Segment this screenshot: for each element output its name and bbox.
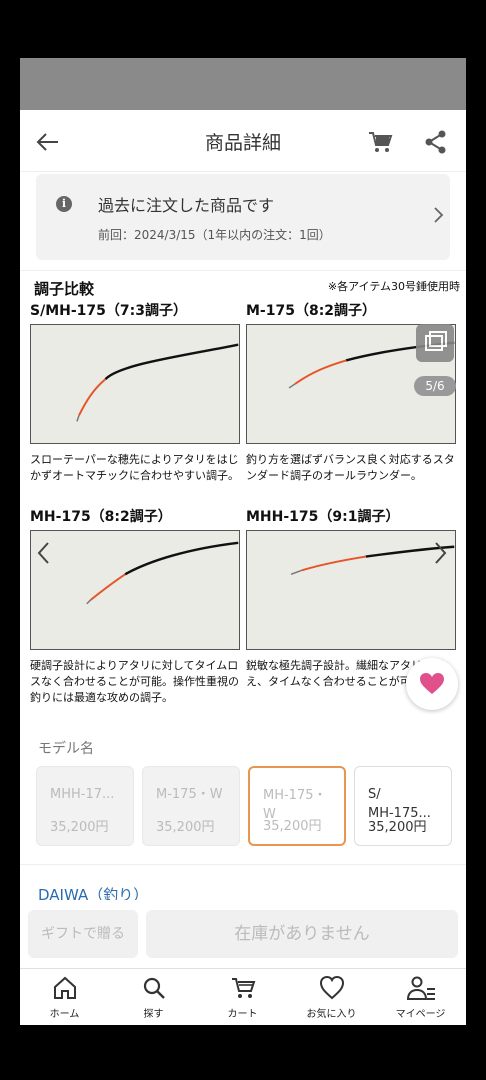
divider [20,270,466,271]
rod-description: 釣り方を選ばずバランス良く対応するスタンダード調子のオールラウンダー。 [246,453,455,482]
tab-search[interactable]: 探す [109,975,198,1025]
rod-bend-image [30,530,240,650]
profile-icon [406,976,435,1000]
model-section-label: モデル名 [38,741,94,757]
model-price: 35,200円 [156,820,215,835]
rod-label: M-175（8:2調子） [246,303,377,319]
phone-screen: 商品詳細 i 過去に注文した商品です 前回：2024/3/15（1年以内の注文：… [20,58,466,1025]
chevron-left-icon[interactable] [34,538,54,568]
gift-button[interactable]: ギフトで贈る [28,910,138,958]
tab-label: ホーム [49,1009,80,1020]
model-selector: MHH-17... 35,200円 M-175・W 35,200円 MH-175… [36,766,466,846]
rod-description: 硬調子設計によりアタリに対してタイムロスなく合わせることが可能。操作性重視の釣り… [30,659,239,704]
rod-comparison-item: MH-175（8:2調子） 硬調子設計によりアタリに対してタイムロスなく合わせる… [30,506,242,706]
tab-label: マイページ [395,1009,446,1020]
heart-icon [319,975,344,1000]
cart-icon[interactable] [366,128,394,156]
rod-label: S/MH-175（7:3調子） [30,303,187,319]
model-price: 35,200円 [368,820,427,835]
chevron-right-icon [434,207,444,223]
image-gallery-icon[interactable] [416,324,454,362]
cart-icon [231,978,255,998]
tab-label: 探す [143,1009,164,1020]
tab-label: カート [227,1009,258,1020]
rod-label: MH-175（8:2調子） [30,509,172,525]
favorite-button[interactable] [406,658,458,710]
bottom-tab-bar: ホーム 探す カート お気に入り マイページ [20,968,466,1025]
gallery-note: ※各アイテム30号錘使用時 [327,280,460,293]
product-image-gallery[interactable]: 調子比較 ※各アイテム30号錘使用時 S/MH-175（7:3調子） スローテー… [20,272,466,728]
info-icon: i [56,196,72,212]
tab-mypage[interactable]: マイページ [376,975,465,1025]
image-counter: 5/6 [414,324,460,402]
image-counter-badge: 5/6 [414,376,456,396]
model-price: 35,200円 [50,820,109,835]
rod-bend-image [30,324,240,444]
chevron-right-icon[interactable] [430,538,450,568]
model-option[interactable]: M-175・W 35,200円 [142,766,240,846]
rod-bend-image [246,530,456,650]
model-option[interactable]: S/ MH-175... 35,200円 [354,766,452,846]
search-icon [143,977,165,999]
notice-subtitle: 前回：2024/3/15（1年以内の注文：1回） [98,228,331,242]
rod-description: スローテーパーな穂先によりアタリをはじかずオートマチックに合わせやすい調子。 [30,453,239,482]
divider [20,864,466,865]
model-name: M-175・W [156,787,223,802]
app-bar: 商品詳細 [20,110,466,172]
rod-label: MHH-175（9:1調子） [246,509,400,525]
home-icon [53,976,76,999]
rod-curve [290,545,455,575]
model-option-selected[interactable]: MH-175・ W 35,200円 [248,766,346,846]
past-order-notice[interactable]: i 過去に注文した商品です 前回：2024/3/15（1年以内の注文：1回） [36,174,450,260]
tab-favorites[interactable]: お気に入り [287,975,376,1025]
model-name: MHH-17... [50,787,115,802]
tab-label: お気に入り [306,1009,357,1020]
share-icon[interactable] [422,128,450,156]
heart-icon [420,673,444,694]
gallery-heading: 調子比較 [34,280,95,298]
notice-title: 過去に注文した商品です [98,196,275,215]
rod-comparison-item: S/MH-175（7:3調子） スローテーパーな穂先によりアタリをはじかずオート… [30,300,242,500]
model-option[interactable]: MHH-17... 35,200円 [36,766,134,846]
tab-cart[interactable]: カート [198,975,287,1025]
rod-curve [76,343,239,422]
rod-curve [86,541,239,605]
model-price: 35,200円 [263,819,322,834]
out-of-stock-button[interactable]: 在庫がありません [146,910,458,958]
status-bar [20,58,466,110]
tab-home[interactable]: ホーム [20,975,109,1025]
page-title: 商品詳細 [204,132,281,154]
purchase-action-bar: ギフトで贈る 在庫がありません [20,900,466,968]
